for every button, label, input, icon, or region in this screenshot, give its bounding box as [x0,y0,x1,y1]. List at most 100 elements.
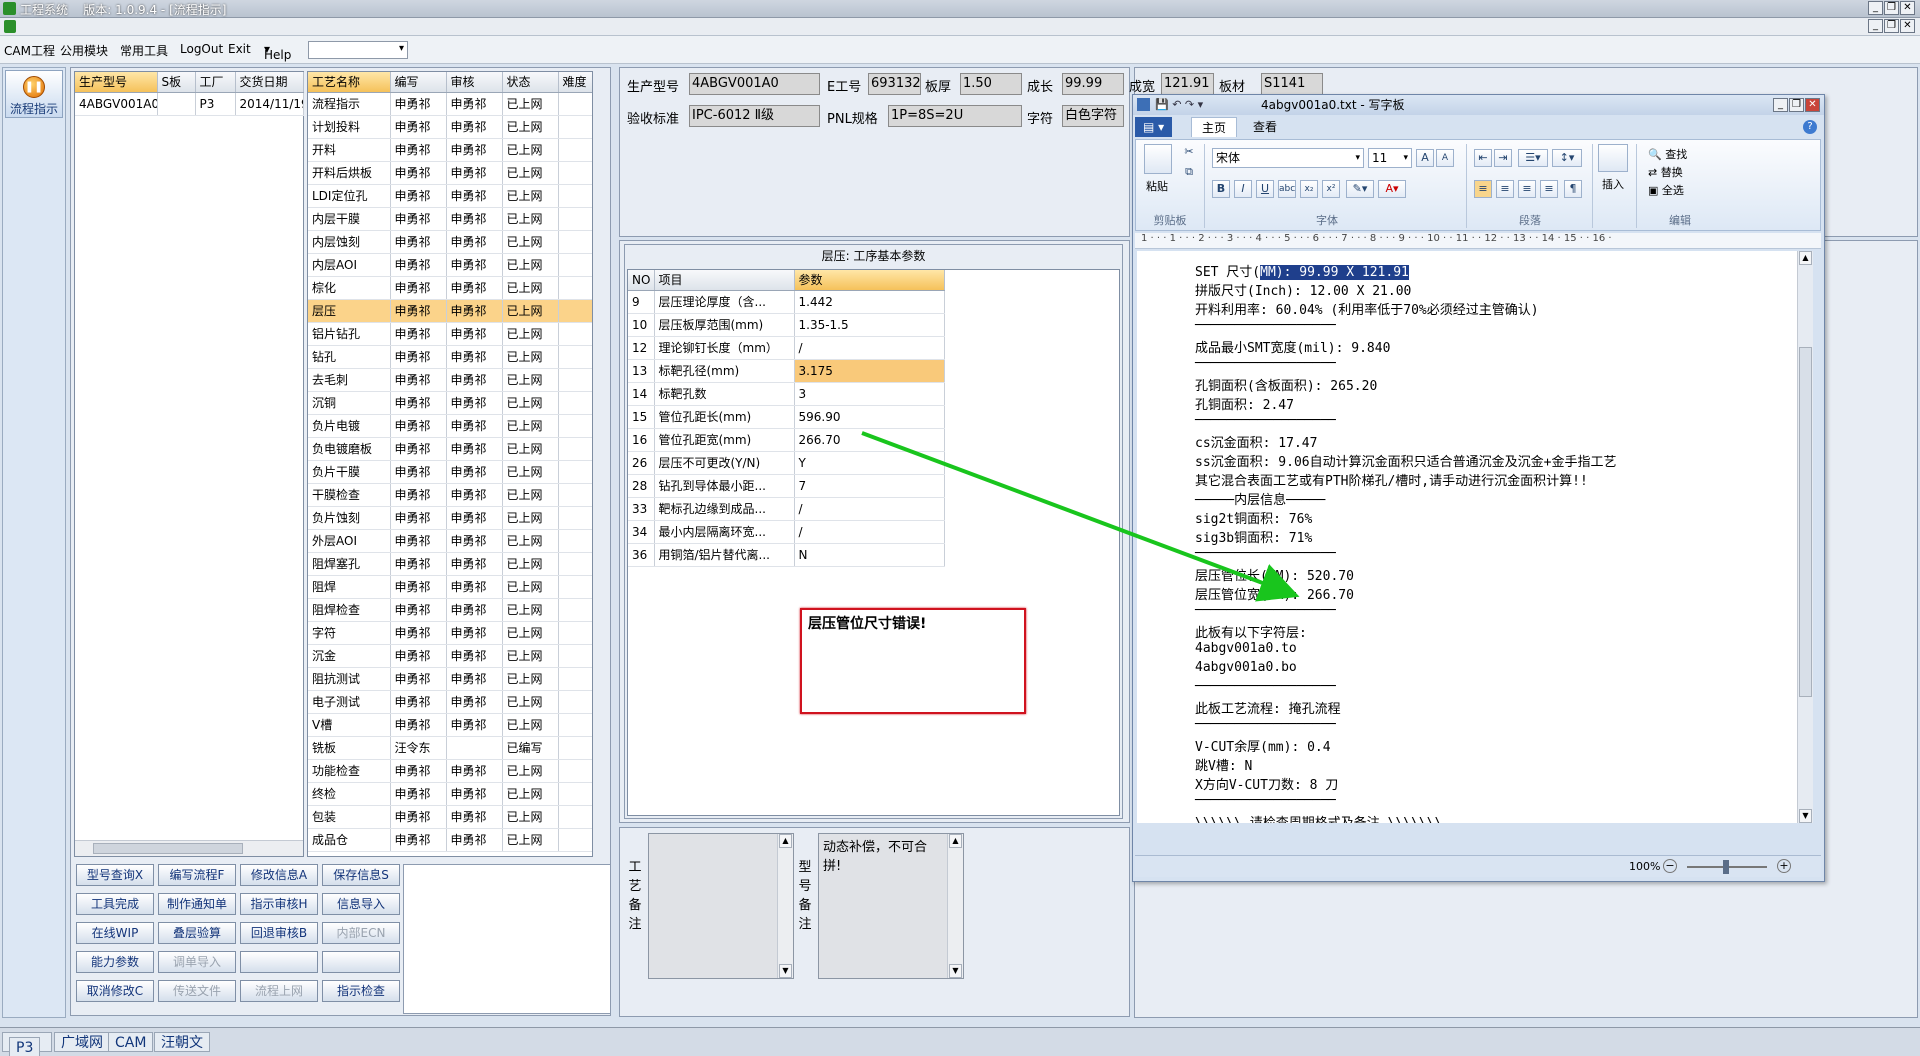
param-no-cell[interactable]: 10 [628,313,655,337]
review-cell[interactable]: 申勇祁 [446,506,503,530]
table-row[interactable]: 包装 申勇祁 申勇祁 已上网 [308,805,592,829]
zoom-out-icon[interactable]: − [1663,859,1677,873]
table-row[interactable]: 去毛刺 申勇祁 申勇祁 已上网 [308,368,592,392]
col-difficulty[interactable]: 难度 [558,72,592,93]
table-row[interactable]: 开料 申勇祁 申勇祁 已上网 [308,138,592,162]
model-remark-scroll[interactable]: ▲ ▼ [947,834,963,978]
review-cell[interactable]: 申勇祁 [446,437,503,461]
review-cell[interactable]: 申勇祁 [446,345,503,369]
superscript-icon[interactable]: x² [1322,180,1340,198]
process-name-cell[interactable]: 去毛刺 [308,368,391,392]
status-cell[interactable]: 已编写 [502,736,559,760]
status-cell[interactable]: 已上网 [502,759,559,783]
action-button-4-3[interactable]: 指示检查 [322,980,400,1002]
font-size-select[interactable]: 11 ▾ [1368,148,1412,168]
review-cell[interactable]: 申勇祁 [446,322,503,346]
author-cell[interactable]: 申勇祁 [390,322,447,346]
difficulty-cell[interactable] [558,506,592,530]
col-item[interactable]: 项目 [654,270,795,291]
process-name-cell[interactable]: LDI定位孔 [308,184,391,208]
param-no-cell[interactable]: 26 [628,451,655,475]
font-select[interactable]: 宋体 ▾ [1212,148,1364,168]
table-row[interactable]: LDI定位孔 申勇祁 申勇祁 已上网 [308,184,592,208]
review-cell[interactable]: 申勇祁 [446,483,503,507]
difficulty-cell[interactable] [558,552,592,576]
difficulty-cell[interactable] [558,575,592,599]
insert-icon[interactable] [1598,144,1628,172]
author-cell[interactable]: 申勇祁 [390,230,447,254]
difficulty-cell[interactable] [558,483,592,507]
difficulty-cell[interactable] [558,828,592,852]
process-name-cell[interactable]: 流程指示 [308,92,391,116]
difficulty-cell[interactable] [558,184,592,208]
process-name-cell[interactable]: 阻抗测试 [308,667,391,691]
model-grid[interactable]: 生产型号 S板 工厂 交货日期 4ABGV001A0 P3 2014/11/19 [74,71,304,857]
param-no-cell[interactable]: 14 [628,382,655,406]
mdi-minimize-icon[interactable]: _ [1868,19,1883,33]
review-cell[interactable]: 申勇祁 [446,529,503,553]
ruler[interactable]: 1 · · · 1 · · · 2 · · · 3 · · · 4 · · · … [1135,233,1821,249]
review-cell[interactable]: 申勇祁 [446,782,503,806]
table-row[interactable]: 干膜检查 申勇祁 申勇祁 已上网 [308,483,592,507]
col-process[interactable]: 工艺名称 [308,72,391,93]
process-name-cell[interactable]: 开料后烘板 [308,161,391,185]
difficulty-cell[interactable] [558,207,592,231]
review-cell[interactable]: 申勇祁 [446,299,503,323]
status-cell[interactable]: 已上网 [502,506,559,530]
review-cell[interactable]: 申勇祁 [446,759,503,783]
process-name-cell[interactable]: 棕化 [308,276,391,300]
menu-common-module[interactable]: 公用模块 [60,42,108,59]
status-cell[interactable]: 已上网 [502,115,559,139]
find-button[interactable]: 🔍 查找 [1648,146,1687,162]
review-cell[interactable]: 申勇祁 [446,92,503,116]
status-cell[interactable]: 已上网 [502,644,559,668]
review-cell[interactable]: 申勇祁 [446,621,503,645]
param-item-cell[interactable]: 靶标孔边缘到成品... [654,497,795,521]
author-cell[interactable]: 申勇祁 [390,690,447,714]
param-value-cell[interactable]: N [794,543,945,567]
align-center-icon[interactable]: ≡ [1496,180,1514,198]
line-spacing-icon[interactable]: ↕▾ [1552,149,1582,167]
process-name-cell[interactable]: 负电镀磨板 [308,437,391,461]
model-hscroll[interactable] [75,840,303,856]
action-button-4-1[interactable]: 传送文件 [158,980,236,1002]
wordpad-window[interactable]: 💾 ↶ ↷ ▾ 4abgv001a0.txt - 写字板 _ ❐ ✕ ▤ ▾ 主… [1132,94,1825,882]
param-item-cell[interactable]: 层压板厚范围(mm) [654,313,795,337]
difficulty-cell[interactable] [558,782,592,806]
table-row[interactable]: 沉金 申勇祁 申勇祁 已上网 [308,644,592,668]
table-row[interactable]: V槽 申勇祁 申勇祁 已上网 [308,713,592,737]
table-row[interactable]: 功能检查 申勇祁 申勇祁 已上网 [308,759,592,783]
author-cell[interactable]: 申勇祁 [390,368,447,392]
action-button-3-3[interactable] [322,951,400,973]
process-name-cell[interactable]: 干膜检查 [308,483,391,507]
col-model[interactable]: 生产型号 [75,72,158,93]
tab-view[interactable]: 查看 [1243,117,1287,137]
review-cell[interactable]: 申勇祁 [446,276,503,300]
s-cell[interactable] [157,92,196,116]
author-cell[interactable]: 申勇祁 [390,414,447,438]
author-cell[interactable]: 申勇祁 [390,529,447,553]
status-cell[interactable]: 已上网 [502,483,559,507]
menu-tools[interactable]: 常用工具 [120,42,168,59]
status-cell[interactable]: 已上网 [502,782,559,806]
process-name-cell[interactable]: 外层AOI [308,529,391,553]
param-item-cell[interactable]: 管位孔距宽(mm) [654,428,795,452]
review-cell[interactable]: 申勇祁 [446,253,503,277]
table-row[interactable]: 12 理论铆钉长度（mm） / [628,336,945,360]
param-value-cell[interactable]: 1.442 [794,290,945,314]
author-cell[interactable]: 申勇祁 [390,506,447,530]
list-icon[interactable]: ☰▾ [1518,149,1548,167]
status-cell[interactable]: 已上网 [502,207,559,231]
status-cell[interactable]: 已上网 [502,230,559,254]
author-cell[interactable]: 申勇祁 [390,299,447,323]
process-name-cell[interactable]: 铣板 [308,736,391,760]
char-field[interactable]: 白色字符 [1062,105,1124,127]
process-name-cell[interactable]: 开料 [308,138,391,162]
menu-combo[interactable] [308,41,408,59]
param-item-cell[interactable]: 理论铆钉长度（mm） [654,336,795,360]
author-cell[interactable]: 申勇祁 [390,759,447,783]
param-no-cell[interactable]: 36 [628,543,655,567]
table-row[interactable]: 内层干膜 申勇祁 申勇祁 已上网 [308,207,592,231]
difficulty-cell[interactable] [558,322,592,346]
author-cell[interactable]: 申勇祁 [390,253,447,277]
